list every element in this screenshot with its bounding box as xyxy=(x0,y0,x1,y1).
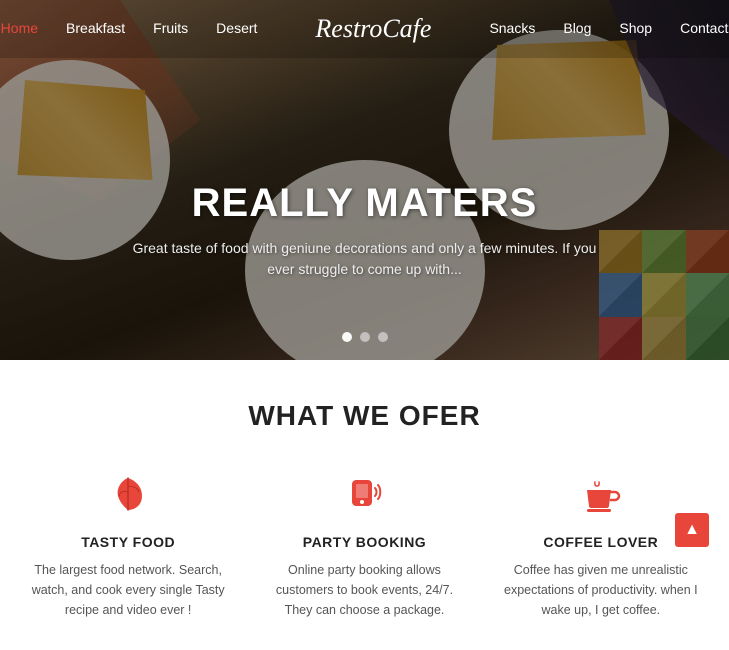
nav-item-home[interactable]: Home xyxy=(1,20,38,38)
offer-name-food: TASTY FOOD xyxy=(30,534,226,550)
offers-grid: TASTY FOOD The largest food network. Sea… xyxy=(20,468,709,620)
slider-dot-3[interactable] xyxy=(378,332,388,342)
nav-link-blog[interactable]: Blog xyxy=(563,20,591,36)
leaf-icon xyxy=(102,468,154,520)
nav-item-snacks[interactable]: Snacks xyxy=(489,20,535,38)
navbar: Home Breakfast Fruits Desert RestroCafe … xyxy=(0,0,729,58)
nav-links: Home Breakfast Fruits Desert RestroCafe … xyxy=(1,14,729,44)
offers-section: WHAT WE OFER TASTY FOOD The largest food… xyxy=(0,360,729,650)
nav-link-breakfast[interactable]: Breakfast xyxy=(66,20,125,36)
nav-link-snacks[interactable]: Snacks xyxy=(489,20,535,36)
slider-dot-1[interactable] xyxy=(342,332,352,342)
nav-item-shop[interactable]: Shop xyxy=(619,20,652,38)
nav-link-desert[interactable]: Desert xyxy=(216,20,257,36)
nav-item-contact[interactable]: Contact xyxy=(680,20,728,38)
nav-link-fruits[interactable]: Fruits xyxy=(153,20,188,36)
offer-item-food: TASTY FOOD The largest food network. Sea… xyxy=(20,468,236,620)
nav-item-blog[interactable]: Blog xyxy=(563,20,591,38)
nav-link-home[interactable]: Home xyxy=(1,20,38,36)
offer-name-party: PARTY BOOKING xyxy=(266,534,462,550)
offer-desc-coffee: Coffee has given me unrealistic expectat… xyxy=(503,560,699,620)
coffee-icon xyxy=(575,468,627,520)
back-to-top-button[interactable]: ▲ xyxy=(675,513,709,547)
nav-item-fruits[interactable]: Fruits xyxy=(153,20,188,38)
offer-name-coffee: COFFEE LOVER xyxy=(503,534,699,550)
slider-dot-2[interactable] xyxy=(360,332,370,342)
slider-dots xyxy=(342,332,388,342)
offers-title: WHAT WE OFER xyxy=(20,400,709,432)
hero-content: REALLY MATERS Great taste of food with g… xyxy=(125,181,605,280)
nav-link-shop[interactable]: Shop xyxy=(619,20,652,36)
offer-desc-food: The largest food network. Search, watch,… xyxy=(30,560,226,620)
hero-title: REALLY MATERS xyxy=(125,181,605,226)
offer-desc-party: Online party booking allows customers to… xyxy=(266,560,462,620)
hero-subtitle: Great taste of food with geniune decorat… xyxy=(125,238,605,280)
nav-link-contact[interactable]: Contact xyxy=(680,20,728,36)
phone-wave-icon xyxy=(338,468,390,520)
offer-item-party: PARTY BOOKING Online party booking allow… xyxy=(256,468,472,620)
nav-item-desert[interactable]: Desert xyxy=(216,20,257,38)
nav-brand: RestroCafe xyxy=(285,14,461,44)
nav-item-breakfast[interactable]: Breakfast xyxy=(66,20,125,38)
